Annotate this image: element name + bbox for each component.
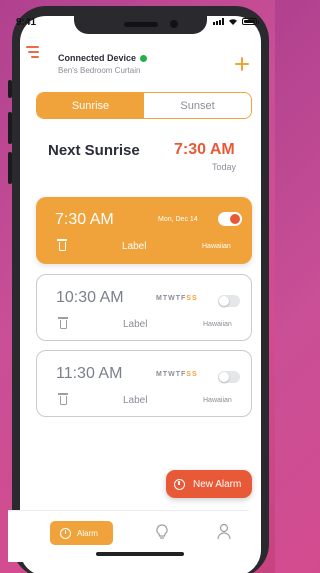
new-alarm-button[interactable]: New Alarm — [166, 470, 252, 498]
alarm-card[interactable]: 11:30 AM MTWTFSS Label Hawaiian — [36, 350, 252, 417]
trash-icon[interactable] — [58, 393, 68, 405]
bulb-icon[interactable] — [156, 524, 168, 540]
alarm-repeat-days: MTWTFSS — [156, 295, 198, 302]
trash-icon[interactable] — [58, 317, 68, 329]
wifi-icon — [229, 19, 237, 25]
nav-alarm-button[interactable]: Alarm — [50, 521, 113, 545]
clock-icon — [174, 478, 185, 490]
notch — [74, 16, 207, 34]
nav-alarm-label: Alarm — [77, 528, 98, 538]
status-icons — [213, 18, 259, 25]
camera — [170, 20, 178, 28]
alarm-tone: Hawaiian — [203, 397, 232, 404]
alarm-time: 10:30 AM — [56, 289, 124, 306]
menu-icon[interactable] — [26, 46, 39, 58]
alarm-toggle[interactable] — [218, 295, 240, 307]
alarm-label: Label — [123, 395, 148, 406]
status-time: 9:41 — [16, 17, 37, 28]
alarm-date: Mon, Dec 14 — [158, 216, 198, 223]
alarm-toggle[interactable] — [218, 212, 242, 226]
device-title: Connected Device — [58, 53, 137, 63]
alarm-clock-icon — [60, 527, 71, 539]
home-indicator — [96, 552, 184, 556]
tab-sunrise[interactable]: Sunrise — [37, 93, 144, 118]
tab-sunset[interactable]: Sunset — [144, 93, 251, 118]
new-alarm-label: New Alarm — [193, 478, 242, 490]
alarm-label: Label — [123, 319, 148, 330]
signal-icon — [213, 18, 224, 25]
alarm-time: 7:30 AM — [55, 211, 114, 228]
trash-icon[interactable] — [57, 239, 67, 251]
next-event-time: 7:30 AM — [174, 141, 235, 158]
alarm-card[interactable]: 7:30 AM Mon, Dec 14 Label Hawaiian — [36, 197, 252, 264]
speaker — [124, 22, 158, 27]
alarm-time: 11:30 AM — [56, 365, 123, 382]
user-icon[interactable] — [217, 523, 231, 540]
sunrise-sunset-toggle: Sunrise Sunset — [36, 92, 252, 119]
next-event-day: Today — [212, 162, 237, 172]
alarm-toggle[interactable] — [218, 371, 240, 383]
connection-status-dot — [140, 55, 147, 62]
alarm-tone: Hawaiian — [202, 243, 231, 250]
add-icon[interactable] — [235, 57, 249, 71]
next-event-title: Next Sunrise — [48, 142, 140, 159]
alarm-label: Label — [122, 241, 147, 252]
alarm-tone: Hawaiian — [203, 321, 232, 328]
alarm-repeat-days: MTWTFSS — [156, 371, 198, 378]
battery-icon — [242, 18, 259, 25]
alarm-card[interactable]: 10:30 AM MTWTFSS Label Hawaiian — [36, 274, 252, 341]
device-subtitle: Ben's Bedroom Curtain — [58, 66, 141, 75]
